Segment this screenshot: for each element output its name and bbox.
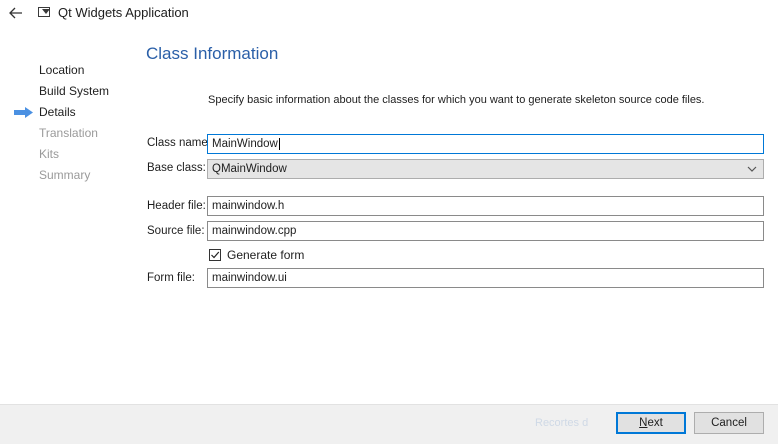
page-title: Class Information (146, 44, 279, 63)
step-kits: Kits (14, 144, 124, 165)
step-details: Details (14, 102, 124, 123)
header-file-value: mainwindow.h (212, 200, 285, 212)
form-file-field[interactable]: mainwindow.ui (207, 268, 764, 288)
back-button[interactable]: Recortes d (527, 412, 615, 434)
step-label: Summary (39, 168, 91, 182)
base-class-combobox[interactable]: QMainWindow (207, 159, 764, 179)
source-file-label: Source file: (147, 225, 205, 237)
source-file-value: mainwindow.cpp (212, 225, 297, 237)
current-step-arrow-icon (14, 107, 33, 118)
wizard-window: Qt Widgets Application Location Build Sy… (0, 0, 778, 444)
step-label: Translation (39, 126, 98, 140)
class-name-field[interactable]: MainWindow (207, 134, 764, 154)
step-label: Location (39, 63, 85, 77)
chevron-down-icon (747, 166, 757, 172)
next-button[interactable]: Next (616, 412, 686, 434)
step-build-system: Build System (14, 81, 124, 102)
qt-app-window-icon (38, 7, 50, 17)
generate-form-checkbox[interactable] (209, 249, 221, 261)
base-class-value: QMainWindow (212, 163, 287, 175)
page-description: Specify basic information about the clas… (208, 94, 705, 106)
window-title: Qt Widgets Application (58, 5, 189, 20)
step-label: Details (39, 105, 76, 119)
base-class-label: Base class: (147, 162, 206, 174)
class-name-value: MainWindow (212, 138, 278, 150)
source-file-field[interactable]: mainwindow.cpp (207, 221, 764, 241)
title-bar: Qt Widgets Application (0, 0, 778, 28)
text-caret (278, 137, 280, 150)
generate-form-label: Generate form (227, 248, 305, 262)
checkmark-icon (211, 251, 220, 259)
form-file-label: Form file: (147, 272, 195, 284)
back-step-label: Recortes d (535, 417, 589, 429)
step-location: Location (14, 60, 124, 81)
step-label: Kits (39, 147, 60, 161)
header-file-field[interactable]: mainwindow.h (207, 196, 764, 216)
form-file-value: mainwindow.ui (212, 272, 287, 284)
back-arrow-icon[interactable] (6, 4, 26, 22)
generate-form-row[interactable]: Generate form (209, 247, 304, 263)
cancel-button[interactable]: Cancel (694, 412, 764, 434)
step-label: Build System (39, 84, 110, 98)
class-name-label: Class name: (147, 137, 211, 149)
wizard-steps: Location Build System Details Translatio… (14, 60, 124, 186)
step-summary: Summary (14, 165, 124, 186)
header-file-label: Header file: (147, 200, 206, 212)
next-label-rest: ext (647, 417, 663, 429)
step-translation: Translation (14, 123, 124, 144)
